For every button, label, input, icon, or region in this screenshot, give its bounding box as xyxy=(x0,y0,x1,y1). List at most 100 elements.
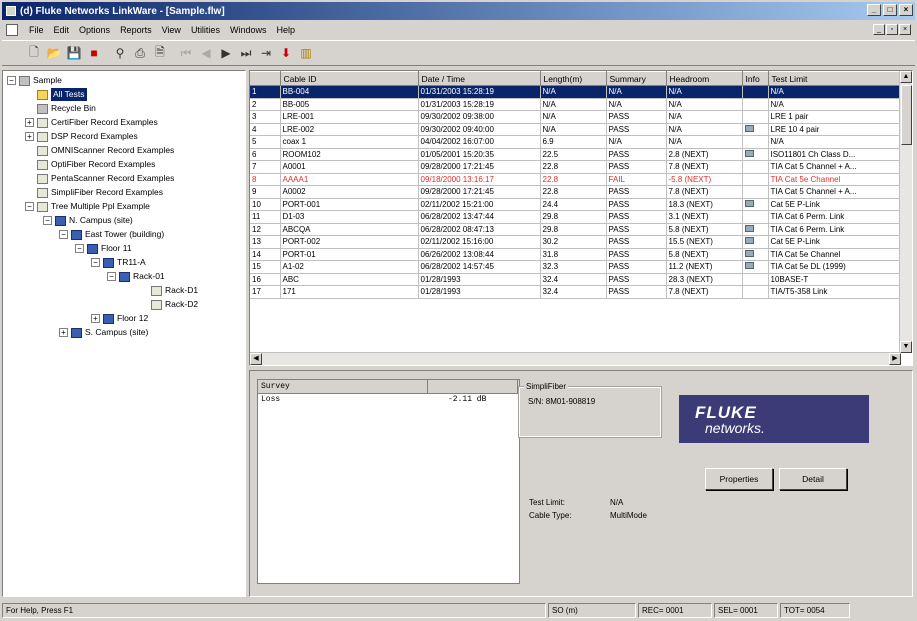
tree-item[interactable]: Tree Multiple Ppl Example xyxy=(37,200,150,213)
info-icon[interactable] xyxy=(744,249,754,257)
last-record-icon[interactable]: ⏭ xyxy=(236,43,256,63)
tree-root[interactable]: Sample xyxy=(19,74,62,87)
menu-windows[interactable]: Windows xyxy=(225,25,272,35)
menu-help[interactable]: Help xyxy=(271,25,300,35)
expand-toggle[interactable]: + xyxy=(25,118,34,127)
col-header-test-limit[interactable]: Test Limit xyxy=(768,71,901,86)
info-icon[interactable] xyxy=(744,237,754,245)
col-header-date-time[interactable]: Date / Time xyxy=(418,71,541,86)
table-row[interactable]: 8 AAAA1 09/18/2000 13:16:17 22.8 FAIL -5.8 (N… xyxy=(250,173,901,186)
detail-button[interactable]: Detail xyxy=(779,468,847,490)
next-record-icon[interactable]: ▶ xyxy=(216,43,236,63)
info-icon[interactable] xyxy=(744,224,754,232)
table-row[interactable]: 5 coax 1 04/04/2002 16:07:00 6.9 N/A N/A N/A xyxy=(250,135,901,149)
tree-tr[interactable]: TR11-A xyxy=(103,256,146,269)
binoculars-icon[interactable]: ⚲ xyxy=(110,43,130,63)
first-record-icon[interactable]: ⏮ xyxy=(176,43,196,63)
tree-item[interactable]: DSP Record Examples xyxy=(37,130,138,143)
collapse-toggle[interactable]: − xyxy=(107,272,116,281)
tree-item[interactable]: OMNIScanner Record Examples xyxy=(37,144,174,157)
open-folder-icon[interactable]: 📂 xyxy=(44,43,64,63)
info-icon[interactable] xyxy=(744,124,754,132)
tree-floor[interactable]: Floor 12 xyxy=(103,312,148,325)
collapse-toggle[interactable]: − xyxy=(91,258,100,267)
scroll-down-button[interactable]: ▼ xyxy=(900,341,912,353)
table-row[interactable]: 17 171 01/28/1993 32.4 PASS 7.8 (NEXT) TIA/T5-… xyxy=(250,285,901,299)
project-tree[interactable]: − Sample All Tests Recycle Bin + CertiFi… xyxy=(2,70,246,597)
col-header-cable-id[interactable]: Cable ID xyxy=(280,71,419,86)
table-row[interactable]: 13 PORT-002 02/11/2002 15:16:00 30.2 PASS 15.… xyxy=(250,235,901,249)
previous-record-icon[interactable]: ◀ xyxy=(196,43,216,63)
tree-all-tests[interactable]: All Tests xyxy=(37,88,87,101)
tree-item[interactable]: PentaScanner Record Examples xyxy=(37,172,174,185)
table-row[interactable]: 14 PORT-01 06/26/2002 13:08:44 31.8 PASS 5.8 … xyxy=(250,248,901,261)
table-row[interactable]: 1 BB-004 01/31/2003 15:28:19 N/A N/A N/A N/A xyxy=(250,85,901,99)
collapse-toggle[interactable]: − xyxy=(59,230,68,239)
new-file-icon[interactable]: 🗋 xyxy=(24,43,44,63)
tree-panel[interactable]: Rack-D2 xyxy=(151,298,198,311)
mdi-minimize-button[interactable]: _ xyxy=(873,24,885,35)
collapse-toggle[interactable]: − xyxy=(43,216,52,225)
col-header-number[interactable] xyxy=(250,71,281,86)
maximize-button[interactable]: □ xyxy=(883,4,897,16)
tree-site[interactable]: S. Campus (site) xyxy=(71,326,148,339)
chart-icon[interactable]: ▥ xyxy=(296,43,316,63)
properties-button[interactable]: Properties xyxy=(705,468,773,490)
expand-toggle[interactable]: + xyxy=(59,328,68,337)
table-row[interactable]: 4 LRE-002 09/30/2002 09:40:00 N/A PASS N/A LRE… xyxy=(250,123,901,136)
col-header-info[interactable]: Info xyxy=(742,71,769,86)
table-row[interactable]: 15 A1-02 06/28/2002 14:57:45 32.3 PASS 11.2 (… xyxy=(250,260,901,274)
mdi-restore-button[interactable]: ▫ xyxy=(886,24,898,35)
horizontal-scrollbar[interactable]: ◀ ▶ xyxy=(250,352,901,365)
table-row[interactable]: 2 BB-005 01/31/2003 15:28:19 N/A N/A N/A N/A xyxy=(250,98,901,111)
table-row[interactable]: 6 ROOM102 01/05/2001 15:20:35 22.5 PASS 2.8 (… xyxy=(250,148,901,161)
menu-view[interactable]: View xyxy=(157,25,186,35)
col-header-summary[interactable]: Summary xyxy=(606,71,667,86)
table-row[interactable]: 3 LRE-001 09/30/2002 09:38:00 N/A PASS N/A LRE… xyxy=(250,110,901,124)
tree-panel[interactable]: Rack-D1 xyxy=(151,284,198,297)
scroll-left-button[interactable]: ◀ xyxy=(250,353,262,365)
table-row[interactable]: 11 D1-03 06/28/2002 13:47:44 29.8 PASS 3.1 (N… xyxy=(250,210,901,224)
print-preview-icon[interactable]: 🗎 xyxy=(150,43,170,63)
tree-rack[interactable]: Rack-01 xyxy=(119,270,165,283)
tree-recycle-bin[interactable]: Recycle Bin xyxy=(37,102,96,115)
goto-record-icon[interactable]: ⇥ xyxy=(256,43,276,63)
col-header-length[interactable]: Length(m) xyxy=(540,71,607,86)
scroll-right-button[interactable]: ▶ xyxy=(889,353,901,365)
tree-floor[interactable]: Floor 11 xyxy=(87,242,132,255)
table-row[interactable]: 10 PORT-001 02/11/2002 15:21:00 24.4 PASS 18.… xyxy=(250,198,901,211)
col-header-headroom[interactable]: Headroom xyxy=(666,71,743,86)
tree-item[interactable]: SimpliFiber Record Examples xyxy=(37,186,163,199)
info-icon[interactable] xyxy=(744,199,754,207)
minimize-button[interactable]: _ xyxy=(867,4,881,16)
table-row[interactable]: 9 A0002 09/28/2000 17:21:45 22.8 PASS 7.8 (NE… xyxy=(250,185,901,199)
results-list[interactable]: Survey Loss -2.11 dB xyxy=(257,379,520,584)
tree-building[interactable]: East Tower (building) xyxy=(71,228,164,241)
red-box-icon[interactable]: ■ xyxy=(84,43,104,63)
mdi-close-button[interactable]: × xyxy=(899,24,911,35)
scroll-up-button[interactable]: ▲ xyxy=(900,71,912,83)
collapse-toggle[interactable]: − xyxy=(75,244,84,253)
close-button[interactable]: × xyxy=(899,4,913,16)
results-row[interactable]: Loss -2.11 dB xyxy=(258,394,519,406)
print-icon[interactable]: ⎙ xyxy=(130,43,150,63)
collapse-toggle[interactable]: − xyxy=(7,76,16,85)
download-icon[interactable]: ⬇ xyxy=(276,43,296,63)
tree-item[interactable]: OptiFiber Record Examples xyxy=(37,158,155,171)
tree-site[interactable]: N. Campus (site) xyxy=(55,214,133,227)
info-icon[interactable] xyxy=(744,149,754,157)
menu-options[interactable]: Options xyxy=(74,25,115,35)
save-icon[interactable]: 💾 xyxy=(64,43,84,63)
info-icon[interactable] xyxy=(744,262,754,270)
document-icon[interactable] xyxy=(6,24,18,36)
menu-utilities[interactable]: Utilities xyxy=(186,25,225,35)
collapse-toggle[interactable]: − xyxy=(25,202,34,211)
table-row[interactable]: 12 ABCQA 06/28/2002 08:47:13 29.8 PASS 5.8 (N… xyxy=(250,223,901,236)
records-grid[interactable]: Cable ID Date / Time Length(m) Summary H… xyxy=(249,70,913,366)
expand-toggle[interactable]: + xyxy=(25,132,34,141)
table-row[interactable]: 16 ABC 01/28/1993 32.4 PASS 28.3 (NEXT) 10BASE… xyxy=(250,273,901,286)
expand-toggle[interactable]: + xyxy=(91,314,100,323)
menu-file[interactable]: File xyxy=(24,25,49,35)
table-row[interactable]: 7 A0001 09/28/2000 17:21:45 22.8 PASS 7.8 (NE… xyxy=(250,160,901,174)
vertical-scrollbar[interactable]: ▲ ▼ xyxy=(899,71,912,353)
